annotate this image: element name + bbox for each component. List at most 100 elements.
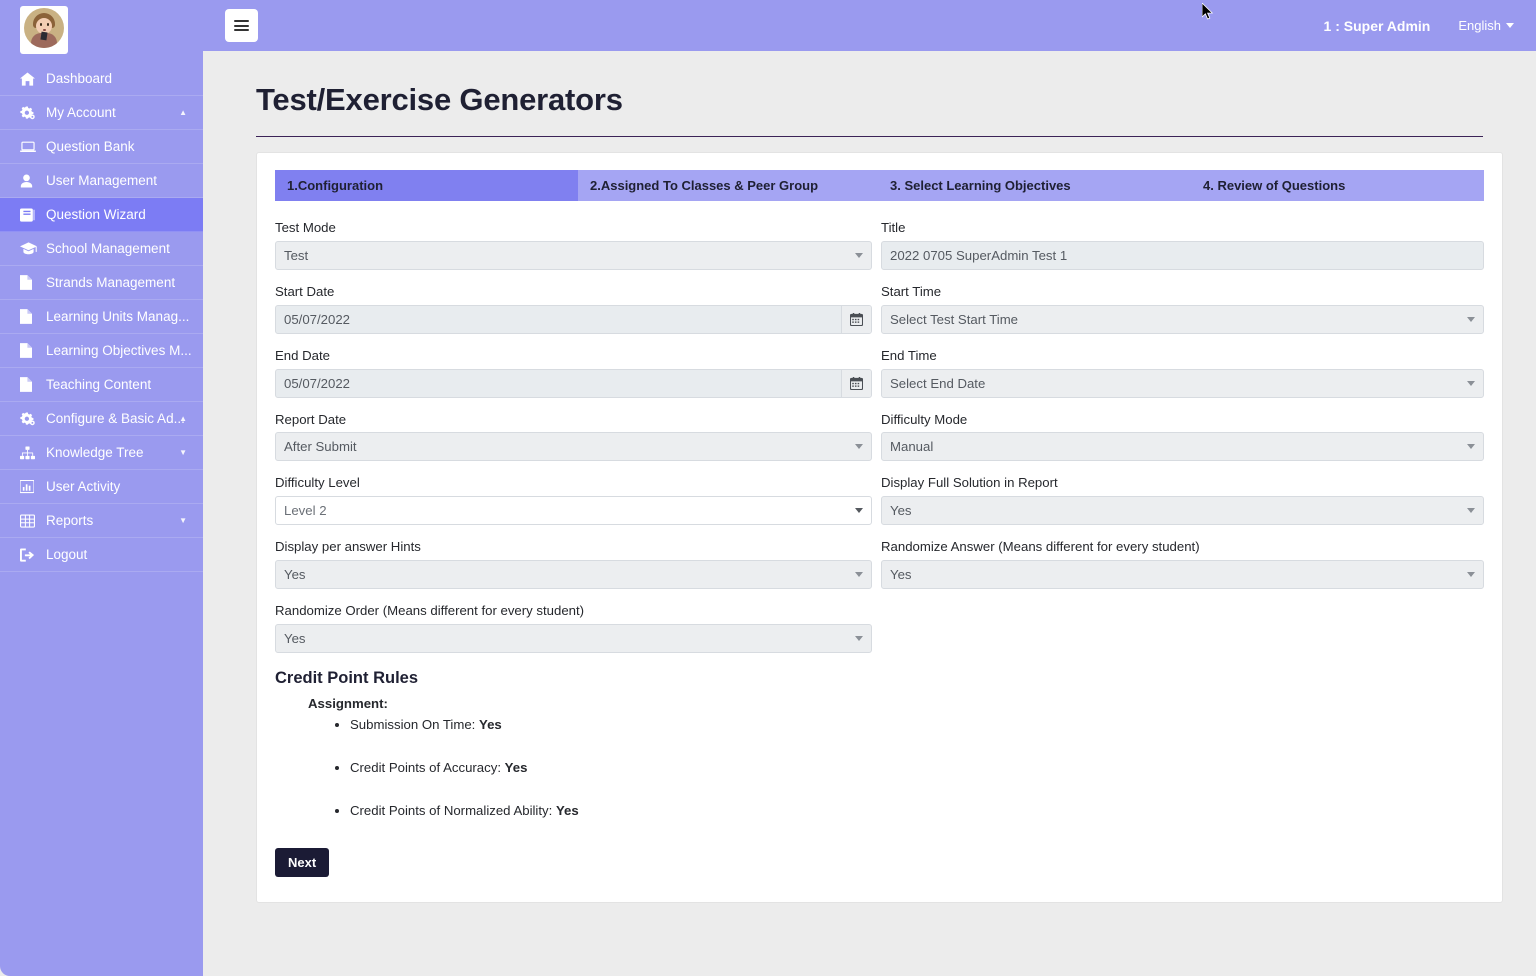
- field-randomize-order: Randomize Order (Means different for eve…: [275, 603, 872, 653]
- report-date-select[interactable]: After Submit: [275, 432, 872, 462]
- start-time-select[interactable]: Select Test Start Time: [881, 304, 1484, 334]
- avatar[interactable]: [20, 6, 68, 54]
- randomize-answer-select[interactable]: Yes: [881, 560, 1484, 590]
- chevron-up-icon[interactable]: ▲: [179, 414, 187, 423]
- file-icon: [20, 377, 40, 392]
- sidebar-item-label: Question Wizard: [46, 207, 146, 222]
- sidebar-item-label: Logout: [46, 547, 88, 562]
- title-value: 2022 0705 SuperAdmin Test 1: [890, 247, 1068, 263]
- credit-point-rules-list: Submission On Time: YesCredit Points of …: [275, 717, 1484, 818]
- sidebar-item-knowledge-tree[interactable]: Knowledge Tree ▼: [0, 436, 203, 470]
- display-hints-select[interactable]: Yes: [275, 560, 872, 590]
- wizard-tab-label: 1.Configuration: [287, 178, 384, 193]
- file-icon: [20, 309, 40, 324]
- avatar-image: [24, 8, 64, 48]
- wizard-tab-3[interactable]: 3. Select Learning Objectives: [878, 170, 1178, 201]
- sidebar-item-school-management[interactable]: School Management: [0, 232, 203, 266]
- wizard-tab-label: 2.Assigned To Classes & Peer Group: [590, 178, 819, 193]
- chevron-down-icon: [855, 444, 863, 450]
- field-start-time: Start Time Select Test Start Time: [881, 284, 1484, 334]
- sidebar-item-configure-basic-ad[interactable]: Configure & Basic Ad... ▲: [0, 402, 203, 436]
- sidebar-item-label: Strands Management: [46, 275, 176, 290]
- field-start-date: Start Date 05/07/2022: [275, 284, 872, 334]
- randomize-answer-value: Yes: [890, 567, 912, 583]
- start-date-input[interactable]: 05/07/2022: [275, 304, 872, 334]
- gears-icon: [20, 411, 40, 426]
- randomize-order-select[interactable]: Yes: [275, 623, 872, 653]
- start-date-value: 05/07/2022: [284, 311, 351, 327]
- difficulty-level-value: Level 2: [284, 503, 327, 519]
- field-label-randomize-order: Randomize Order (Means different for eve…: [275, 603, 585, 619]
- sidebar-item-teaching-content[interactable]: Teaching Content: [0, 368, 203, 402]
- wizard-tab-1[interactable]: 1.Configuration: [275, 170, 578, 201]
- chevron-down-icon: [1467, 444, 1475, 450]
- field-report-date: Report Date After Submit: [275, 412, 872, 462]
- next-button[interactable]: Next: [275, 847, 330, 877]
- sidebar-item-my-account[interactable]: My Account ▲: [0, 96, 203, 130]
- sidebar-item-question-bank[interactable]: Question Bank: [0, 130, 203, 164]
- calendar-icon[interactable]: [841, 305, 871, 333]
- credit-rule-item: Credit Points of Normalized Ability: Yes: [350, 803, 1484, 818]
- table-icon: [20, 513, 40, 528]
- sidebar-item-learning-units-manag[interactable]: Learning Units Manag...: [0, 300, 203, 334]
- chevron-down-icon: [855, 252, 863, 258]
- end-date-input[interactable]: 05/07/2022: [275, 368, 872, 398]
- report-date-value: After Submit: [284, 439, 357, 455]
- user-icon: [20, 174, 40, 188]
- file-icon: [20, 275, 40, 290]
- credit-rule-value: Yes: [555, 802, 579, 818]
- display-full-solution-select[interactable]: Yes: [881, 496, 1484, 526]
- difficulty-mode-select[interactable]: Manual: [881, 432, 1484, 462]
- current-user-label[interactable]: 1 : Super Admin: [1324, 18, 1431, 34]
- sidebar-item-user-activity[interactable]: User Activity: [0, 470, 203, 504]
- wizard-tabs: 1.Configuration 2.Assigned To Classes & P…: [275, 170, 1484, 201]
- field-label-difficulty-level: Difficulty Level: [275, 475, 360, 491]
- field-end-date: End Date 05/07/2022: [275, 348, 872, 398]
- sidebar-item-dashboard[interactable]: Dashboard: [0, 62, 203, 96]
- hamburger-menu-icon[interactable]: [225, 9, 258, 42]
- sidebar-item-question-wizard[interactable]: Question Wizard: [0, 198, 203, 232]
- display-full-solution-value: Yes: [890, 503, 912, 519]
- test-mode-value: Test: [284, 247, 309, 263]
- calendar-icon[interactable]: [841, 369, 871, 397]
- sidebar-item-label: Teaching Content: [46, 377, 152, 392]
- field-display-hints: Display per answer Hints Yes: [275, 539, 872, 590]
- main-content: Test/Exercise Generators 1.Configuration…: [203, 51, 1536, 976]
- wizard-tab-2[interactable]: 2.Assigned To Classes & Peer Group: [578, 170, 878, 201]
- field-label-display-hints: Display per answer Hints: [275, 539, 421, 555]
- wizard-tab-4[interactable]: 4. Review of Questions: [1178, 170, 1484, 201]
- sidebar-item-label: Knowledge Tree: [46, 445, 144, 460]
- sidebar-item-label: Learning Objectives M...: [46, 343, 192, 358]
- difficulty-level-select[interactable]: Level 2: [275, 496, 872, 526]
- language-selector[interactable]: English: [1458, 18, 1514, 33]
- field-label-end-time: End Time: [881, 347, 937, 363]
- chevron-up-icon[interactable]: ▲: [179, 108, 187, 117]
- sidebar-item-user-management[interactable]: User Management: [0, 164, 203, 198]
- sidebar-item-label: Learning Units Manag...: [46, 309, 190, 324]
- field-label-randomize-answer: Randomize Answer (Means different for ev…: [881, 539, 1200, 555]
- configuration-card: 1.Configuration 2.Assigned To Classes & P…: [256, 152, 1503, 903]
- field-test-mode: Test Mode Test: [275, 220, 872, 270]
- field-difficulty-mode: Difficulty Mode Manual: [881, 412, 1484, 462]
- sidebar-item-logout[interactable]: Logout: [0, 538, 203, 572]
- test-mode-select[interactable]: Test: [275, 240, 872, 270]
- sidebar-item-learning-objectives-m[interactable]: Learning Objectives M...: [0, 334, 203, 368]
- chevron-down-icon: [1506, 23, 1514, 28]
- sidebar-item-strands-management[interactable]: Strands Management: [0, 266, 203, 300]
- sidebar-item-label: Configure & Basic Ad...: [46, 411, 185, 426]
- graduation-cap-icon: [20, 242, 40, 255]
- field-title: Title 2022 0705 SuperAdmin Test 1: [881, 220, 1484, 270]
- language-label: English: [1458, 18, 1501, 33]
- chevron-down-icon: [855, 635, 863, 641]
- page-title: Test/Exercise Generators: [256, 82, 623, 117]
- chevron-down-icon[interactable]: ▼: [179, 448, 187, 457]
- sidebar-item-label: My Account: [46, 105, 116, 120]
- credit-rule-label: Submission On Time:: [350, 716, 476, 732]
- field-label-report-date: Report Date: [275, 411, 347, 427]
- field-label-start-time: Start Time: [881, 283, 942, 299]
- app-root: Dashboard My Account ▲ Question Bank User Ma…: [0, 0, 1536, 976]
- chevron-down-icon[interactable]: ▼: [179, 516, 187, 525]
- title-input[interactable]: 2022 0705 SuperAdmin Test 1: [881, 240, 1484, 270]
- sidebar-item-reports[interactable]: Reports ▼: [0, 504, 203, 538]
- end-time-select[interactable]: Select End Date: [881, 368, 1484, 398]
